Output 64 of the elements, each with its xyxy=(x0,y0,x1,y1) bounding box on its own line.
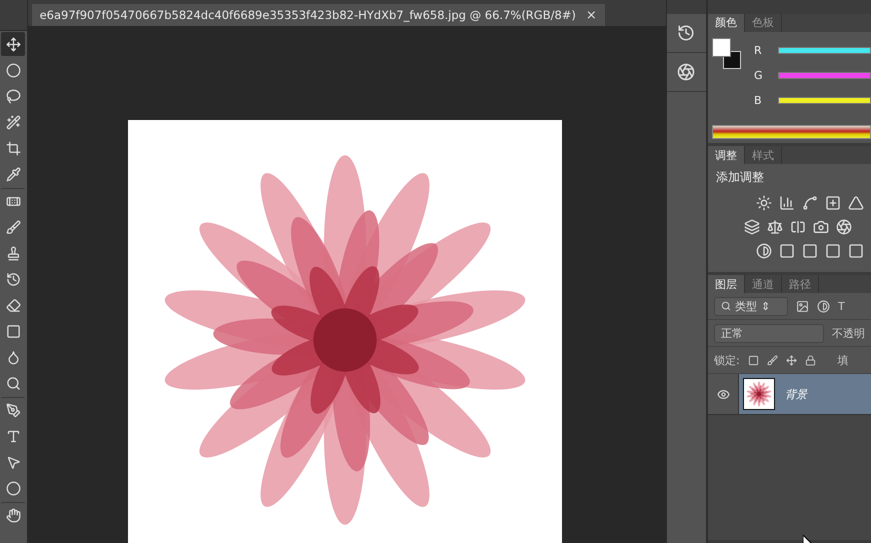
adjustment-icon[interactable] xyxy=(802,195,818,212)
move-icon[interactable] xyxy=(786,354,797,366)
color-swatches-icon[interactable] xyxy=(712,38,742,70)
layer-filter-dropdown[interactable]: 类型 ⇕ xyxy=(714,296,788,316)
eraser-icon xyxy=(6,298,20,312)
channel-slider[interactable] xyxy=(778,96,871,104)
panel-tab[interactable]: 颜色 xyxy=(708,14,745,32)
shape-icon xyxy=(6,480,20,496)
pen-icon xyxy=(6,402,20,418)
move-icon xyxy=(6,36,20,52)
adjustment-icon[interactable] xyxy=(767,219,783,236)
adjustment-icon[interactable] xyxy=(848,243,864,260)
panel-tab[interactable]: 图层 xyxy=(708,275,745,294)
layer-row[interactable]: 背景 xyxy=(708,374,871,416)
color-spectrum[interactable] xyxy=(712,124,871,139)
hand-icon xyxy=(6,508,20,522)
history-icon xyxy=(6,272,20,286)
lock-icon[interactable] xyxy=(804,354,816,366)
adjustment-icon[interactable] xyxy=(848,195,864,212)
panel-heading: 添加调整 xyxy=(715,169,765,186)
document-tab[interactable]: e6a97f907f05470667b5824dc40f6689e35353f423b82-HYdXb7_fw658.jpg @ 66.7%(RGB/8#) × xyxy=(32,4,605,26)
filter-label: 类型 xyxy=(735,298,757,314)
adjustment-icon[interactable] xyxy=(790,219,806,236)
blend-mode-dropdown[interactable]: 正常 xyxy=(714,324,824,343)
adjustment-icon[interactable] xyxy=(744,219,760,236)
fill-label: 填 xyxy=(838,352,849,368)
close-button[interactable]: × xyxy=(586,8,597,22)
panel-tab[interactable]: 调整 xyxy=(708,146,745,164)
adjustment-icon[interactable] xyxy=(825,243,841,260)
move-tool-button[interactable] xyxy=(1,32,25,56)
stamp-icon xyxy=(6,246,20,260)
adjustment-icon[interactable] xyxy=(836,219,852,236)
adjustment-icon[interactable] xyxy=(802,243,818,260)
history-icon xyxy=(677,24,696,42)
channel-slider[interactable] xyxy=(778,72,871,79)
adjustment-filter-icon[interactable] xyxy=(817,300,830,313)
type-filter-icon[interactable]: T xyxy=(838,300,845,313)
channel-label: R xyxy=(754,44,763,57)
brush-icon[interactable] xyxy=(766,354,778,366)
channel-slider[interactable] xyxy=(778,46,871,54)
eye-icon[interactable] xyxy=(716,388,730,401)
adjustment-icon[interactable] xyxy=(756,195,772,212)
channel-label: B xyxy=(754,94,763,107)
search-icon xyxy=(721,301,731,312)
adjustment-icon[interactable] xyxy=(813,219,829,236)
adjustment-icon[interactable] xyxy=(779,243,795,260)
adjustment-icon[interactable] xyxy=(756,243,772,260)
adjustment-icon[interactable] xyxy=(825,195,841,212)
lasso-icon xyxy=(6,88,20,104)
eyedropper-icon xyxy=(6,166,20,182)
brush-icon xyxy=(6,220,20,234)
crop-icon xyxy=(6,140,20,156)
blur-icon xyxy=(6,350,20,364)
opacity-label: 不透明 xyxy=(832,326,865,341)
layer-name: 背景 xyxy=(785,386,807,402)
type-icon xyxy=(6,428,20,444)
adjustment-icon[interactable] xyxy=(779,195,795,212)
marquee-icon xyxy=(6,62,20,78)
stepper-arrows: ⇕ xyxy=(761,300,770,313)
lock-label: 锁定: xyxy=(714,352,740,368)
channel-label: G xyxy=(754,68,764,82)
path-icon xyxy=(6,454,20,470)
image-filter-icon[interactable] xyxy=(796,300,809,313)
wand-icon xyxy=(6,114,20,130)
